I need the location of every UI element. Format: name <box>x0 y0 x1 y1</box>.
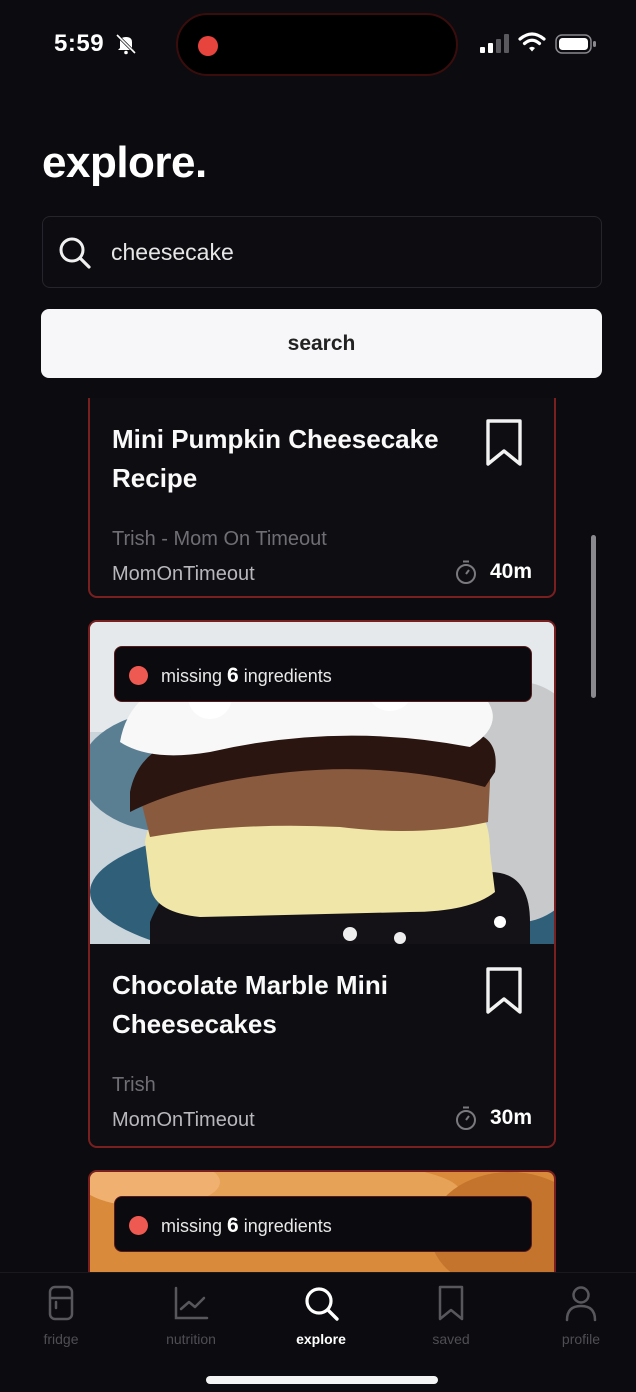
missing-dot-icon <box>129 1216 148 1235</box>
recipe-card[interactable]: missing 6 ingredients <box>88 1170 556 1272</box>
person-icon <box>565 1286 597 1322</box>
missing-ingredients-badge: missing 6 ingredients <box>114 1196 532 1252</box>
status-time: 5:59 <box>54 30 105 57</box>
badge-count: 6 <box>227 1214 239 1237</box>
recipe-title: Mini Pumpkin Cheesecake Recipe <box>112 424 439 493</box>
recipe-card[interactable]: Mini Pumpkin Cheesecake Recipe Trish - M… <box>88 398 556 598</box>
cook-time-row: 30m <box>454 1105 532 1131</box>
badge-prefix: missing <box>161 1216 223 1236</box>
tab-label: fridge <box>43 1331 79 1347</box>
recording-dot-icon <box>198 36 218 56</box>
recipe-title: Chocolate Marble Mini Cheesecakes <box>112 970 388 1039</box>
bottom-tab-bar: fridge nutrition explore saved profile <box>0 1272 636 1392</box>
tab-label: nutrition <box>166 1331 216 1347</box>
recipe-image: missing 6 ingredients <box>90 622 554 944</box>
cellular-signal-icon <box>480 34 509 53</box>
bookmark-icon[interactable] <box>484 418 524 468</box>
bookmark-icon <box>438 1285 464 1321</box>
cook-time: 30m <box>489 1106 532 1129</box>
fridge-icon <box>48 1285 74 1321</box>
search-button[interactable]: search <box>41 309 602 378</box>
home-indicator[interactable] <box>206 1376 438 1384</box>
cook-time-row: 40m <box>454 559 532 585</box>
recipe-image: missing 6 ingredients <box>90 1172 554 1272</box>
tab-label: explore <box>296 1331 346 1347</box>
search-icon <box>59 237 91 269</box>
search-query-text: cheesecake <box>111 239 234 265</box>
badge-count: 6 <box>227 664 239 687</box>
wifi-icon <box>518 32 546 52</box>
bookmark-icon[interactable] <box>484 966 524 1016</box>
missing-dot-icon <box>129 666 148 685</box>
battery-icon <box>555 34 596 54</box>
recipe-author: Trish - Mom On Timeout <box>112 528 327 550</box>
badge-prefix: missing <box>161 666 223 686</box>
status-bar: 5:59 <box>0 0 636 90</box>
tab-explore[interactable]: explore <box>266 1283 376 1347</box>
recipe-card[interactable]: missing 6 ingredients Chocolate Marble M… <box>88 620 556 1148</box>
timer-icon <box>455 560 476 584</box>
scrollbar[interactable] <box>591 535 596 698</box>
tab-nutrition[interactable]: nutrition <box>136 1283 246 1347</box>
search-input[interactable]: cheesecake <box>42 216 602 288</box>
cook-time: 40m <box>489 560 532 583</box>
recipe-author: Trish <box>112 1074 156 1096</box>
badge-suffix: ingredients <box>243 1216 332 1236</box>
search-icon <box>305 1287 339 1321</box>
badge-suffix: ingredients <box>243 666 332 686</box>
chart-icon <box>174 1286 209 1320</box>
dynamic-island <box>176 13 458 76</box>
tab-label: profile <box>561 1331 601 1347</box>
tab-profile[interactable]: profile <box>526 1283 636 1347</box>
tab-saved[interactable]: saved <box>396 1283 506 1347</box>
tab-label: saved <box>432 1331 470 1347</box>
bell-off-icon <box>115 33 137 55</box>
timer-icon <box>455 1106 476 1130</box>
recipe-feed[interactable]: Mini Pumpkin Cheesecake Recipe Trish - M… <box>0 398 636 1272</box>
missing-ingredients-badge: missing 6 ingredients <box>114 646 532 702</box>
page-title: explore. <box>42 138 207 187</box>
tab-fridge[interactable]: fridge <box>6 1283 116 1347</box>
